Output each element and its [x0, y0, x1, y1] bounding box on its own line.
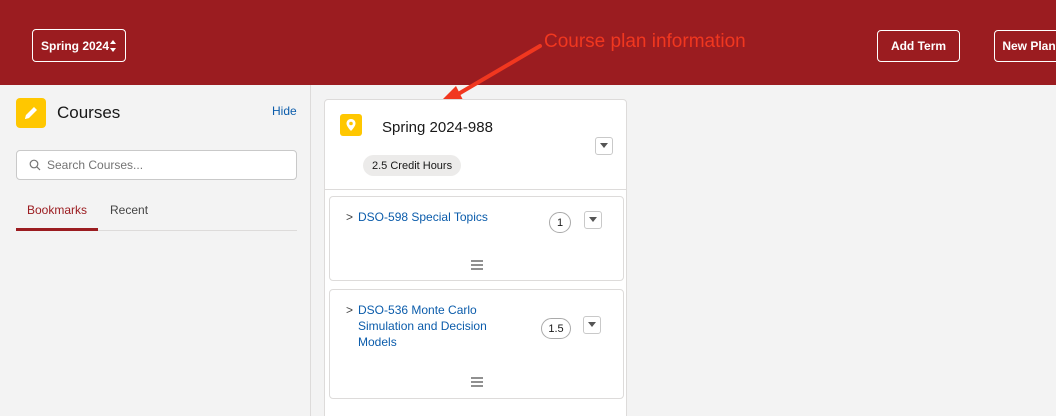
updown-arrows-icon [110, 40, 116, 52]
course-card[interactable]: > DSO-598 Special Topics 1 [329, 196, 624, 281]
drag-handle-icon[interactable] [470, 376, 484, 388]
annotation-text: Course plan information [544, 31, 746, 52]
course-menu-button[interactable] [584, 211, 602, 229]
courses-sidebar: Courses Hide Bookmarks Recent [0, 85, 311, 416]
term-select-value: Spring 2024 [41, 38, 110, 53]
course-name: DSO-598 Special Topics [358, 210, 488, 224]
course-credits: 1 [549, 212, 571, 233]
chevron-right-icon[interactable]: > [346, 302, 353, 350]
sidebar-title: Courses [57, 103, 121, 122]
course-card[interactable]: > DSO-536 Monte Carlo Simulation and Dec… [329, 289, 624, 399]
active-tab-indicator [16, 228, 98, 231]
search-box[interactable] [16, 150, 297, 180]
chevron-right-icon[interactable]: > [346, 209, 353, 225]
term-title: Spring 2024-988 [382, 119, 493, 136]
term-select[interactable]: Spring 2024 [32, 29, 126, 62]
tab-bookmarks[interactable]: Bookmarks [27, 203, 87, 231]
caret-down-icon [600, 143, 608, 148]
sidebar-header: Courses [16, 98, 120, 128]
new-plan-button[interactable]: New Plan [994, 30, 1056, 62]
location-pin-icon [340, 114, 362, 136]
search-input[interactable] [47, 158, 287, 172]
course-link[interactable]: > DSO-536 Monte Carlo Simulation and Dec… [346, 302, 506, 350]
drag-handle-icon[interactable] [470, 259, 484, 271]
term-card: Spring 2024-988 2.5 Credit Hours > DSO-5… [324, 99, 627, 416]
tab-recent[interactable]: Recent [110, 203, 148, 231]
course-credits: 1.5 [541, 318, 571, 339]
course-menu-button[interactable] [583, 316, 601, 334]
credit-hours-badge: 2.5 Credit Hours [363, 155, 462, 176]
pencil-icon [16, 98, 46, 128]
add-term-button[interactable]: Add Term [877, 30, 960, 62]
hide-link[interactable]: Hide [272, 104, 297, 118]
sidebar-tabs: Bookmarks Recent [16, 203, 297, 231]
caret-down-icon [588, 322, 596, 327]
search-icon [29, 159, 41, 171]
course-link[interactable]: > DSO-598 Special Topics [346, 209, 506, 225]
course-name: DSO-536 Monte Carlo Simulation and Decis… [358, 303, 487, 349]
term-menu-button[interactable] [595, 137, 613, 155]
term-card-header: Spring 2024-988 2.5 Credit Hours [325, 100, 626, 190]
caret-down-icon [589, 217, 597, 222]
